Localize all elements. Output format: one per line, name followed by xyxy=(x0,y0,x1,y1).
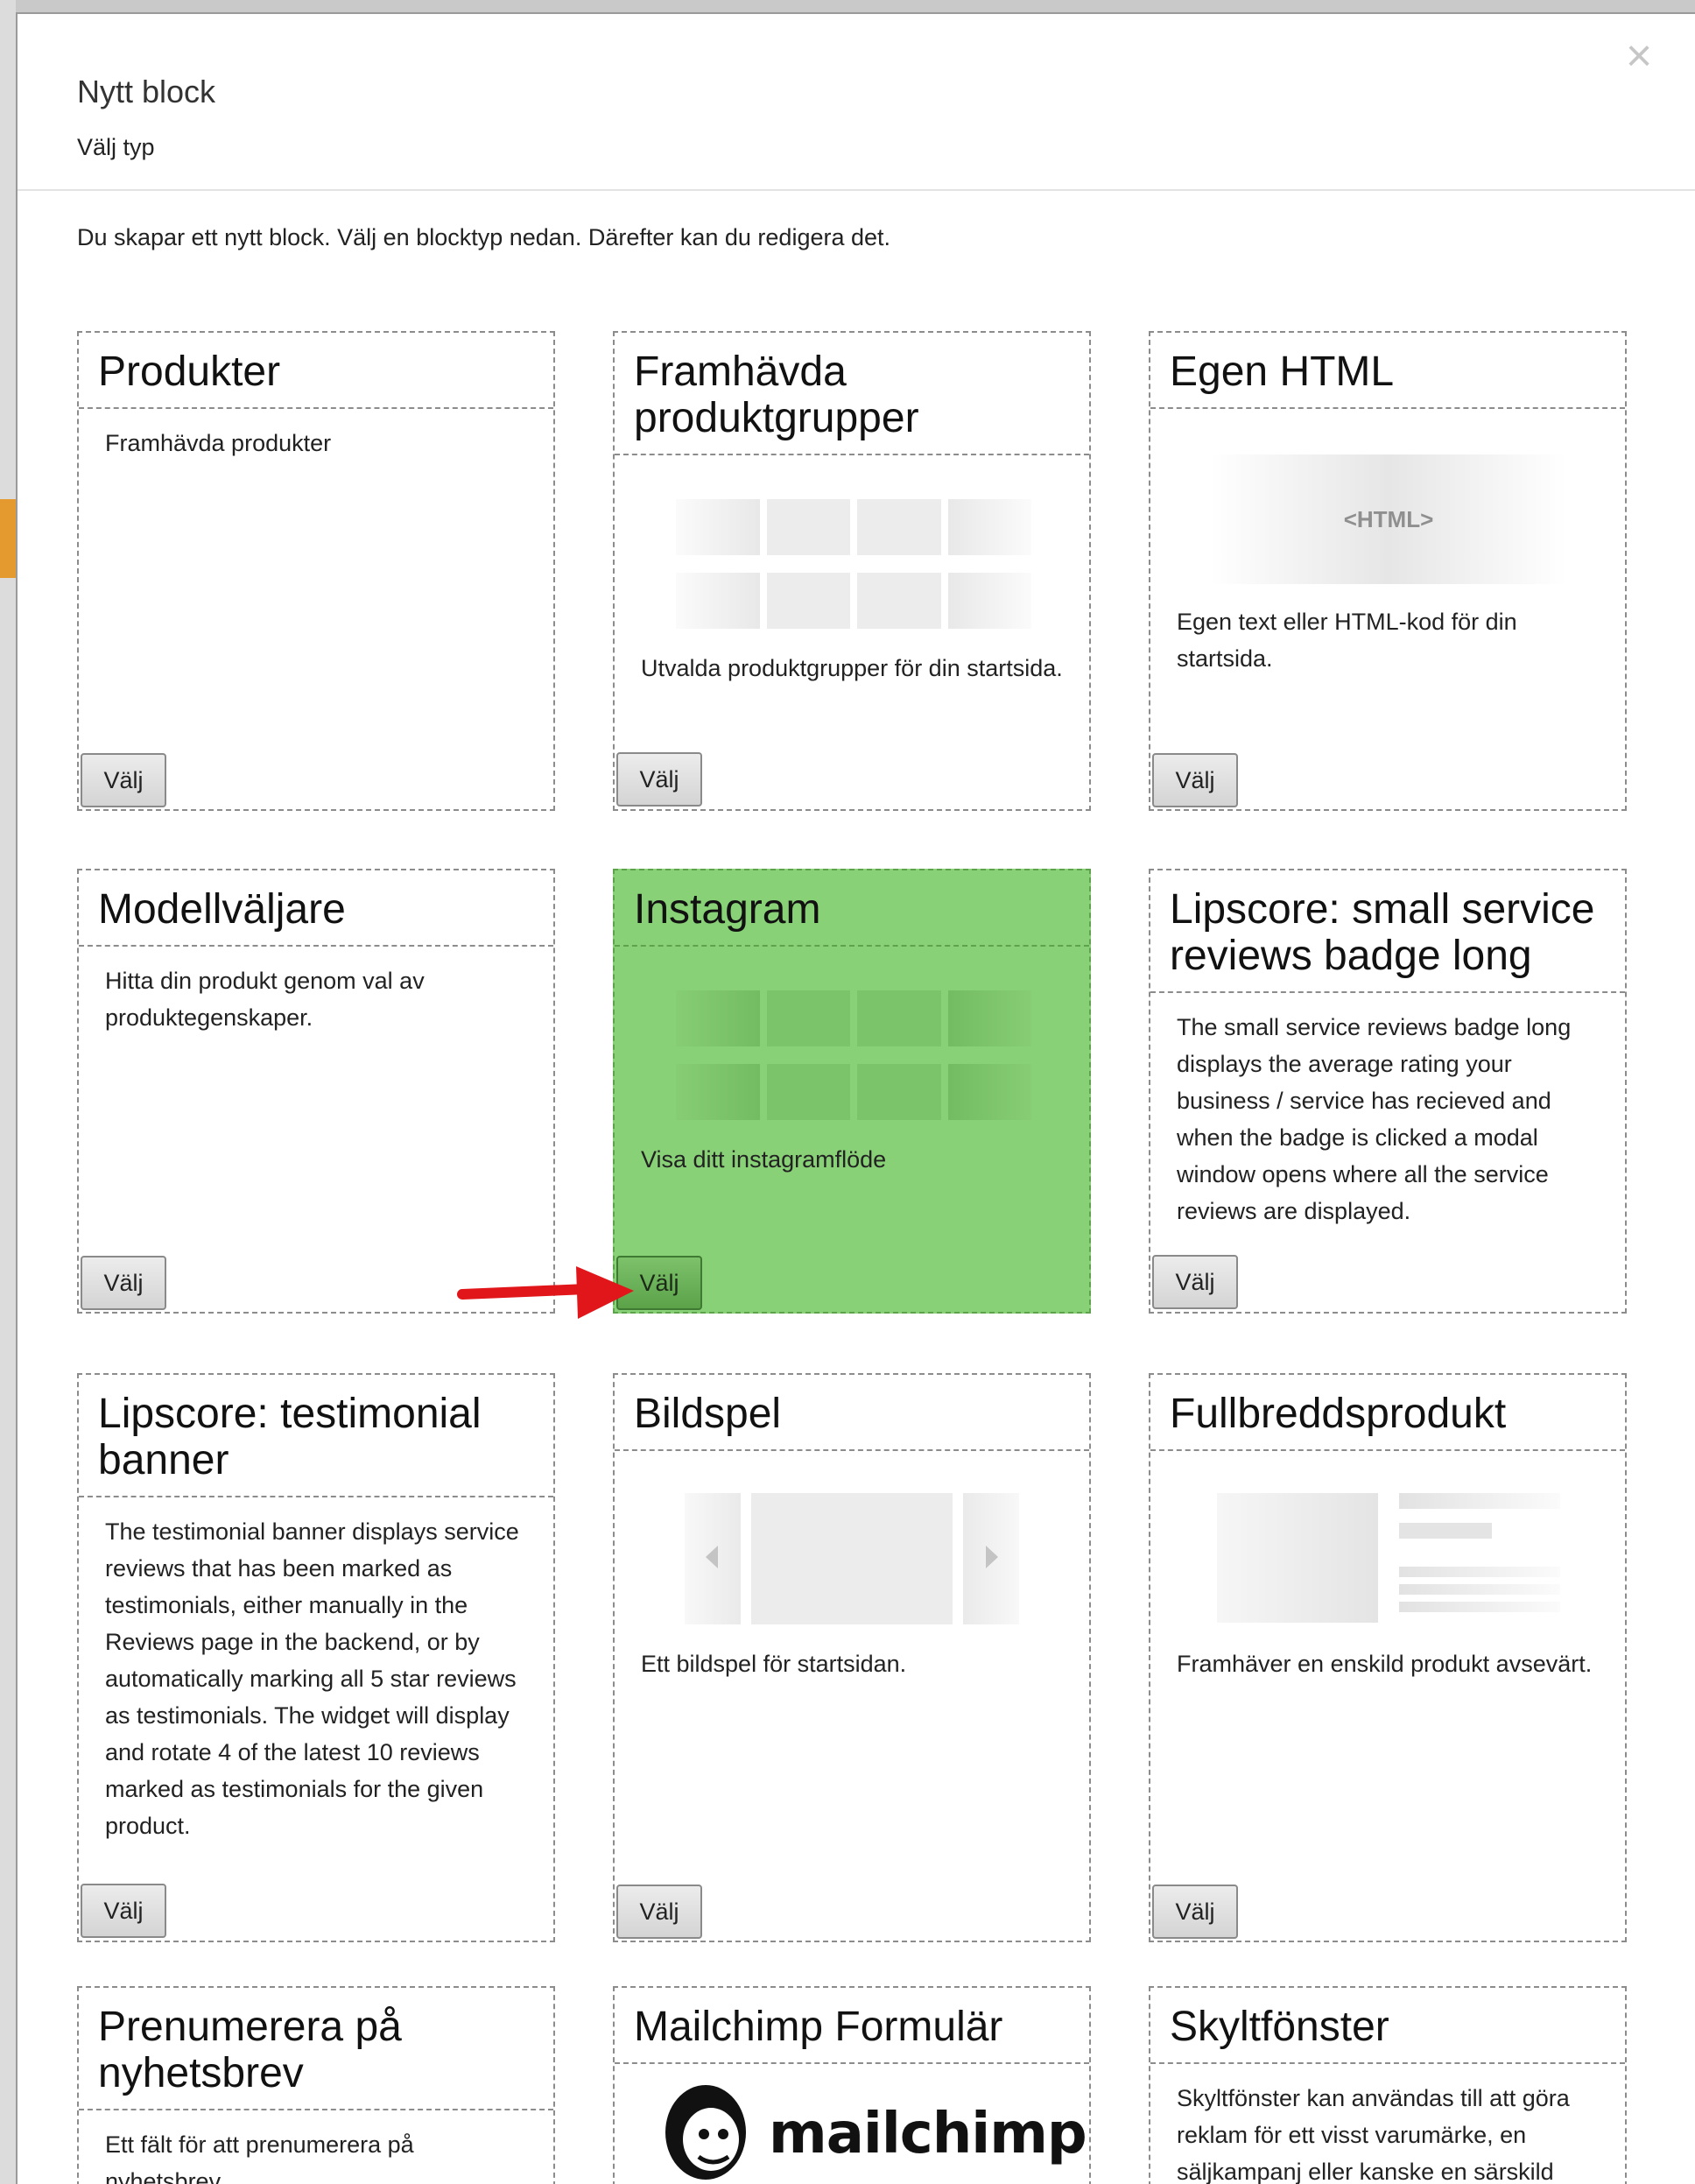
card-description: Skyltfönster kan användas till att göra … xyxy=(1177,2085,1570,2184)
card-description: The small service reviews badge long dis… xyxy=(1177,1014,1572,1224)
select-button-bildspel[interactable]: Välj xyxy=(616,1885,702,1939)
card-title: Produkter xyxy=(79,333,553,409)
card-title: Bildspel xyxy=(615,1375,1089,1451)
card-title: Mailchimp Formulär xyxy=(615,1988,1089,2064)
modal-subtitle: Välj typ xyxy=(77,134,155,160)
card-title: Instagram xyxy=(615,870,1089,947)
block-card-skyltfonster[interactable]: Skyltfönster Skyltfönster kan användas t… xyxy=(1149,1986,1627,2184)
mailchimp-logo: mailchimp xyxy=(660,2082,1087,2184)
card-description: Hitta din produkt genom val av produkteg… xyxy=(105,968,425,1031)
card-description: Visa ditt instagramflöde xyxy=(641,1146,887,1173)
arrow-right-icon xyxy=(986,1546,998,1568)
card-description: Framhäver en enskild produkt avsevärt. xyxy=(1177,1651,1593,1677)
card-title: Framhävda produktgrupper xyxy=(615,333,1089,455)
modal-header: Nytt block Välj typ × xyxy=(18,14,1695,191)
product-group-preview xyxy=(676,499,1031,646)
block-card-produkter[interactable]: Produkter Framhävda produkter Välj xyxy=(77,331,555,811)
card-description: Ett bildspel för startsidan. xyxy=(641,1651,907,1677)
select-button-egen-html[interactable]: Välj xyxy=(1152,753,1238,807)
select-button-lipscore-small-badge[interactable]: Välj xyxy=(1152,1255,1238,1309)
block-card-lipscore-small-badge[interactable]: Lipscore: small service reviews badge lo… xyxy=(1149,869,1627,1314)
card-description: Ett fält för att prenumerera på nyhetsbr… xyxy=(105,2131,414,2184)
block-card-framhavda-produktgrupper[interactable]: Framhävda produktgrupper Utvalda produkt… xyxy=(613,331,1091,811)
block-card-bildspel[interactable]: Bildspel Ett bildspel för startsidan. Vä… xyxy=(613,1373,1091,1942)
background-orange-bar xyxy=(0,499,16,578)
block-card-lipscore-testimonial[interactable]: Lipscore: testimonial banner The testimo… xyxy=(77,1373,555,1942)
select-button-lipscore-testimonial[interactable]: Välj xyxy=(81,1884,166,1938)
mailchimp-logo-text: mailchimp xyxy=(769,2102,1087,2166)
product-preview xyxy=(1217,1493,1567,1623)
block-card-fullbreddsprodukt[interactable]: Fullbreddsprodukt Framhäver en enskild p… xyxy=(1149,1373,1627,1942)
card-description: Utvalda produktgrupper för din startsida… xyxy=(641,655,1063,681)
slideshow-preview xyxy=(685,1493,1021,1624)
modal-title: Nytt block xyxy=(77,74,216,109)
card-title: Egen HTML xyxy=(1150,333,1625,409)
card-title: Lipscore: testimonial banner xyxy=(79,1375,553,1497)
mailchimp-logo-icon xyxy=(665,2085,746,2180)
card-description: Framhävda produkter xyxy=(105,430,332,456)
select-button-framhavda-produktgrupper[interactable]: Välj xyxy=(616,752,702,807)
html-preview: <HTML> xyxy=(1210,454,1567,584)
arrow-left-icon xyxy=(706,1546,718,1568)
card-title: Modellväljare xyxy=(79,870,553,947)
card-title: Lipscore: small service reviews badge lo… xyxy=(1150,870,1625,993)
new-block-modal: Nytt block Välj typ × Du skapar ett nytt… xyxy=(16,12,1695,2184)
select-button-modellvaljare[interactable]: Välj xyxy=(81,1256,166,1310)
card-title: Fullbreddsprodukt xyxy=(1150,1375,1625,1451)
block-card-modellvaljare[interactable]: Modellväljare Hitta din produkt genom va… xyxy=(77,869,555,1314)
select-button-produkter[interactable]: Välj xyxy=(81,753,166,807)
background-page-strip xyxy=(0,0,16,2184)
block-card-egen-html[interactable]: Egen HTML <HTML> Egen text eller HTML-ko… xyxy=(1149,331,1627,811)
block-card-mailchimp[interactable]: Mailchimp Formulär mailchimp xyxy=(613,1986,1091,2184)
annotation-arrow-icon xyxy=(457,1266,634,1319)
modal-intro-text: Du skapar ett nytt block. Välj en blockt… xyxy=(77,224,891,250)
card-title: Skyltfönster xyxy=(1150,1988,1625,2064)
card-description: The testimonial banner displays service … xyxy=(105,1518,519,1839)
block-card-prenumerera[interactable]: Prenumerera på nyhetsbrev Ett fält för a… xyxy=(77,1986,555,2184)
card-description: Egen text eller HTML-kod för din startsi… xyxy=(1177,609,1517,672)
close-icon[interactable]: × xyxy=(1621,33,1656,79)
select-button-fullbreddsprodukt[interactable]: Välj xyxy=(1152,1885,1238,1939)
block-card-instagram[interactable]: Instagram Visa ditt instagramflöde Välj xyxy=(613,869,1091,1314)
card-title: Prenumerera på nyhetsbrev xyxy=(79,1988,553,2110)
instagram-preview xyxy=(676,990,1031,1138)
